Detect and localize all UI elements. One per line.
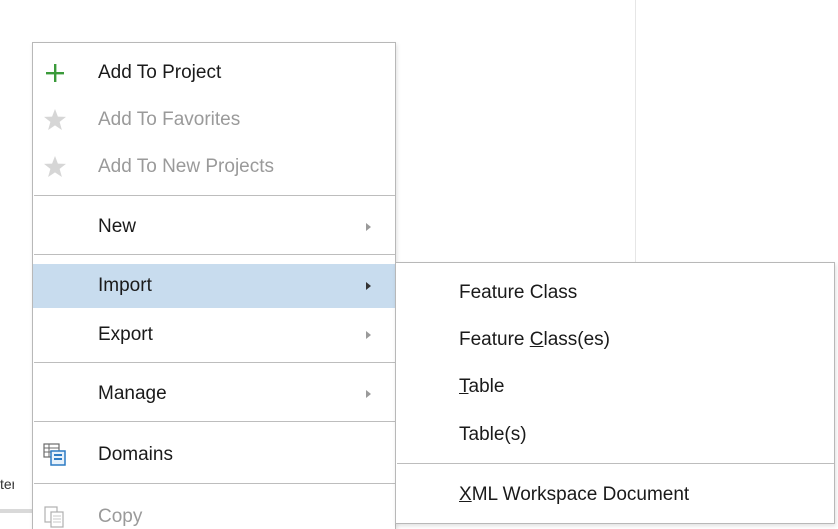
submenu-item-label: Table [459, 376, 504, 398]
chevron-right-icon [366, 223, 371, 231]
menu-item-label: Domains [98, 444, 173, 465]
chevron-right-icon [366, 331, 371, 339]
menu-item-add-to-favorites[interactable]: Add To Favorites [33, 98, 395, 142]
mnemonic-letter: T [459, 376, 469, 397]
menu-separator [34, 362, 395, 363]
submenu-item-label: Feature Class(es) [459, 329, 610, 351]
label-text: Feature [459, 329, 530, 350]
submenu-item-feature-classes[interactable]: Feature Class(es) [396, 318, 834, 362]
menu-item-label: Manage [98, 383, 167, 404]
copy-icon [43, 505, 67, 529]
menu-item-add-to-project[interactable]: Add To Project [33, 51, 395, 95]
menu-item-label: Add To Project [98, 62, 222, 83]
menu-item-label: Add To Favorites [98, 109, 241, 130]
chevron-right-icon [366, 390, 371, 398]
background-clipped-text: ter [0, 476, 14, 492]
menu-item-label: New [98, 216, 137, 237]
menu-separator [34, 195, 395, 196]
submenu-item-label: Feature Class [459, 282, 578, 303]
menu-item-manage[interactable]: Manage [33, 372, 395, 416]
chevron-right-icon [366, 282, 371, 290]
menu-item-label: Add To New Projects [98, 156, 275, 177]
menu-item-label: Import [98, 275, 152, 296]
mnemonic-letter: C [529, 329, 544, 350]
submenu-separator [397, 463, 834, 464]
mnemonic-letter: X [459, 484, 472, 505]
menu-item-label: Export [98, 324, 153, 345]
submenu-item-xml-workspace-document[interactable]: XML Workspace Document [396, 473, 834, 517]
pane-divider [635, 0, 636, 262]
menu-item-export[interactable]: Export [33, 313, 395, 357]
menu-item-add-to-new-projects[interactable]: Add To New Projects [33, 145, 395, 189]
background-strip [0, 509, 34, 513]
context-menu: Add To Project Add To Favorites Add To N… [32, 42, 396, 529]
submenu-item-table[interactable]: Table [396, 365, 834, 409]
label-text: lass(es) [543, 329, 611, 350]
submenu-item-feature-class[interactable]: Feature Class [396, 271, 834, 315]
star-icon [43, 108, 67, 132]
menu-item-label: Copy [98, 506, 143, 527]
menu-item-new[interactable]: New [33, 205, 395, 249]
app-background: ter Add To Project Add To Favorites [0, 0, 838, 529]
label-text: ML Workspace Document [471, 484, 690, 505]
menu-item-import[interactable]: Import [33, 264, 395, 308]
domains-icon [43, 443, 67, 467]
plus-icon [43, 61, 67, 85]
menu-item-domains[interactable]: Domains [33, 433, 395, 477]
menu-separator [34, 483, 395, 484]
import-submenu: Feature Class Feature Class(es) Table Ta… [395, 262, 835, 524]
menu-separator [34, 254, 395, 255]
star-icon [43, 155, 67, 179]
submenu-item-label: XML Workspace Document [459, 484, 689, 506]
submenu-item-label: Table(s) [459, 424, 527, 445]
menu-separator [34, 421, 395, 422]
label-text: able [468, 376, 505, 397]
submenu-item-tables[interactable]: Table(s) [396, 413, 834, 457]
menu-item-copy[interactable]: Copy [33, 495, 395, 529]
